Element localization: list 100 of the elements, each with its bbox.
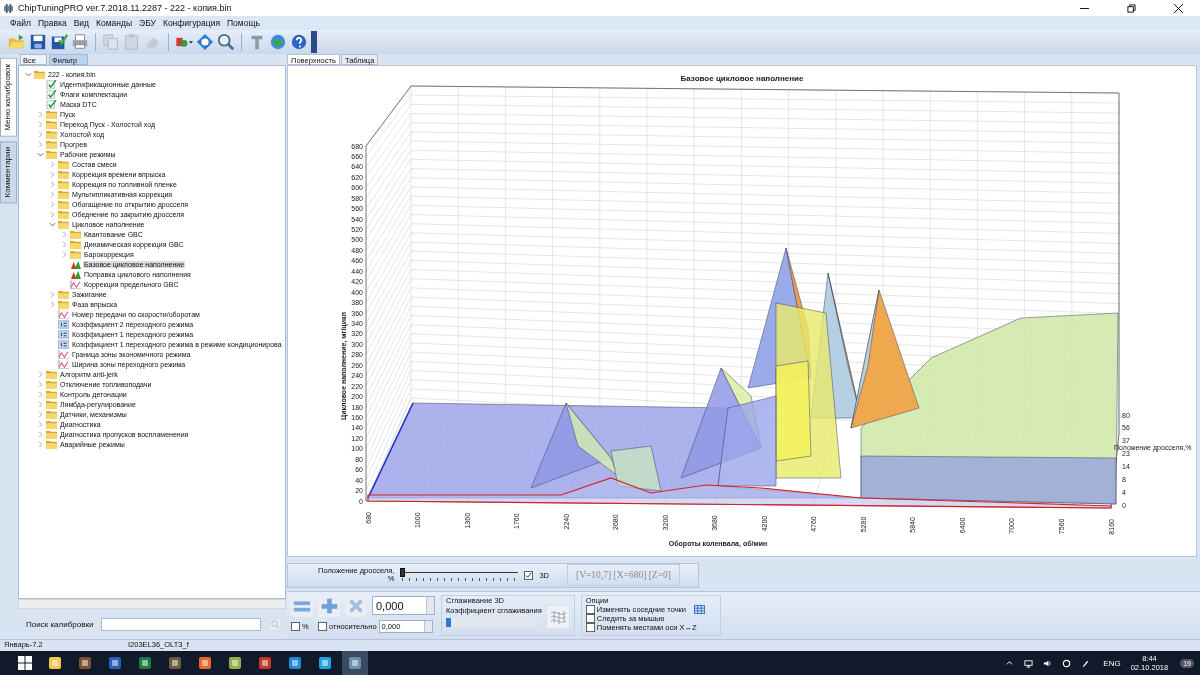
expander-icon[interactable] xyxy=(49,290,56,298)
expander-icon[interactable] xyxy=(49,220,56,228)
folder-icon xyxy=(46,399,57,409)
checkbox[interactable] xyxy=(585,604,595,614)
expander-icon[interactable] xyxy=(49,200,56,208)
maximize-icon[interactable] xyxy=(1127,3,1136,13)
expander-icon[interactable] xyxy=(37,120,44,128)
copy-icon[interactable] xyxy=(102,33,120,51)
save-icon[interactable] xyxy=(29,33,47,51)
expander-icon[interactable] xyxy=(49,210,56,218)
expander-icon[interactable] xyxy=(37,130,44,138)
folder-icon xyxy=(46,389,57,399)
app-icon xyxy=(3,3,14,13)
folder-icon xyxy=(46,409,57,419)
folder-icon xyxy=(58,289,69,299)
side-tab[interactable]: Комментарии xyxy=(0,140,17,204)
search-field[interactable] xyxy=(101,617,262,631)
network-icon[interactable] xyxy=(1024,658,1034,668)
expander-icon[interactable] xyxy=(37,410,44,418)
menu-item[interactable]: Команды xyxy=(96,18,133,28)
checkbox[interactable] xyxy=(585,613,595,623)
menu-item[interactable]: ЭБУ xyxy=(139,18,156,28)
printer-icon[interactable] xyxy=(71,33,89,51)
expander-icon[interactable] xyxy=(49,190,56,198)
expander-icon[interactable] xyxy=(25,70,32,78)
number-spinbox[interactable]: 0,000 xyxy=(372,596,435,616)
expander-icon[interactable] xyxy=(37,370,44,378)
window-title: ChipTuningPRO ver.7.2018.11.2287 - 222 - копия.bin xyxy=(18,3,232,13)
expander-icon[interactable] xyxy=(37,150,44,158)
expander-icon[interactable] xyxy=(37,420,44,428)
expander-icon[interactable] xyxy=(49,300,56,308)
multiply-button[interactable] xyxy=(345,594,367,617)
chevron-up-icon[interactable] xyxy=(1005,658,1015,668)
surface-chart-icon xyxy=(70,269,81,279)
speaker-icon[interactable] xyxy=(1043,658,1053,668)
folder-icon xyxy=(46,119,57,129)
folder-icon xyxy=(46,439,57,449)
folder-icon xyxy=(58,169,69,179)
expander-icon[interactable] xyxy=(61,250,68,258)
save-check-icon[interactable] xyxy=(50,33,68,51)
folder-icon xyxy=(46,129,57,139)
menu-item[interactable]: Помощь xyxy=(227,18,260,28)
folder-icon xyxy=(58,219,69,229)
menu-item[interactable]: Конфигурация xyxy=(162,18,220,28)
folder-icon xyxy=(46,139,57,149)
checkbox[interactable] xyxy=(291,621,300,631)
horizontal-scrollbar[interactable] xyxy=(18,599,286,609)
menu-item[interactable]: Файл xyxy=(10,18,31,28)
globe-icon[interactable] xyxy=(269,33,287,51)
expander-icon[interactable] xyxy=(61,240,68,248)
search-icon[interactable] xyxy=(217,33,235,51)
diamond-info-icon[interactable] xyxy=(196,33,214,51)
slider[interactable] xyxy=(446,618,536,628)
expander-icon[interactable] xyxy=(37,440,44,448)
clipboard-icon[interactable] xyxy=(123,33,141,51)
folder-icon xyxy=(46,379,57,389)
ring-icon[interactable] xyxy=(1062,658,1072,668)
checkbox[interactable] xyxy=(524,570,534,580)
menu-item[interactable]: Вид xyxy=(73,18,89,28)
checked-document-icon xyxy=(46,89,57,99)
slider-thumb[interactable] xyxy=(446,618,451,628)
help-icon[interactable] xyxy=(290,33,308,51)
folder-icon xyxy=(70,229,81,239)
checked-document-icon xyxy=(46,99,57,109)
side-tab[interactable]: Меню калибровок xyxy=(0,58,17,137)
search-label: Поиск калибровки xyxy=(26,619,94,629)
grid-icon[interactable] xyxy=(694,604,705,614)
pen-icon[interactable] xyxy=(1081,658,1091,668)
folder-icon xyxy=(58,189,69,199)
folder-icon xyxy=(46,149,57,159)
expander-icon[interactable] xyxy=(37,140,44,148)
folder-icon xyxy=(46,369,57,379)
folder-icon xyxy=(46,429,57,439)
expander-icon[interactable] xyxy=(49,170,56,178)
expander-icon[interactable] xyxy=(37,110,44,118)
line-graph-icon xyxy=(58,359,69,369)
language-indicator[interactable]: ENG xyxy=(1103,658,1121,668)
number-icon xyxy=(58,339,69,349)
expander-icon[interactable] xyxy=(49,160,56,168)
number-icon xyxy=(58,329,69,339)
folder-icon xyxy=(70,249,81,259)
slider-thumb[interactable] xyxy=(400,568,406,578)
folder-icon xyxy=(58,199,69,209)
menu-item[interactable]: Правка xyxy=(37,18,67,28)
folder-icon xyxy=(46,419,57,429)
expander-icon[interactable] xyxy=(37,400,44,408)
checkbox[interactable] xyxy=(318,621,327,631)
slider[interactable] xyxy=(400,568,519,583)
expander-icon[interactable] xyxy=(37,380,44,388)
expander-icon[interactable] xyxy=(49,180,56,188)
mesh-button[interactable] xyxy=(545,604,570,629)
expander-icon[interactable] xyxy=(37,390,44,398)
folder-icon xyxy=(58,159,69,169)
close-icon[interactable] xyxy=(1174,3,1183,13)
expander-icon[interactable] xyxy=(61,230,68,238)
folder-icon xyxy=(58,179,69,189)
checkbox[interactable] xyxy=(585,622,595,632)
expander-icon[interactable] xyxy=(37,430,44,438)
line-graph-icon xyxy=(70,279,81,289)
number-icon xyxy=(58,319,69,329)
